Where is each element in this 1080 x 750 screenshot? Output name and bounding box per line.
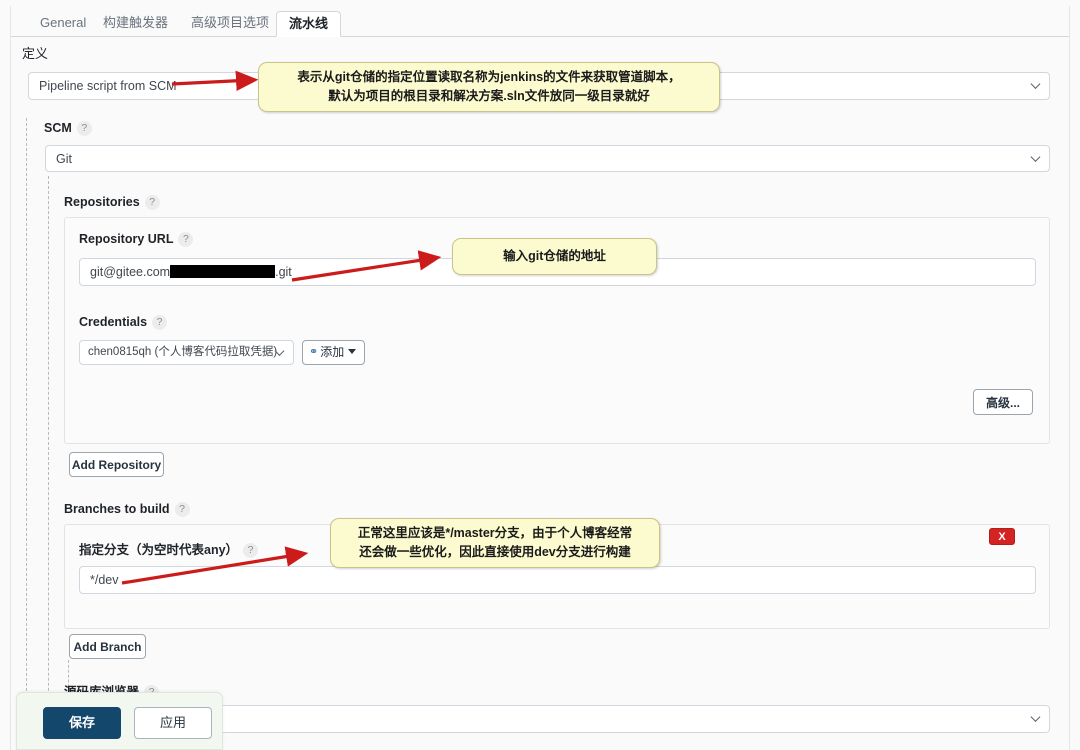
- chevron-down-icon: [348, 349, 357, 354]
- scm-label-text: SCM: [44, 121, 72, 135]
- credentials-help-icon[interactable]: ?: [152, 315, 168, 330]
- add-branch-label: Add Branch: [73, 639, 142, 654]
- tab-advanced-options[interactable]: 高级项目选项: [179, 11, 281, 37]
- repository-url-prefix: git@gitee.com: [90, 265, 171, 279]
- repository-url-label: Repository URL?: [79, 232, 194, 247]
- repository-url-help-icon[interactable]: ?: [178, 232, 194, 247]
- repository-url-redaction: [170, 265, 276, 278]
- tab-build-triggers[interactable]: 构建触发器: [91, 11, 180, 37]
- guide-rail-inner: [48, 176, 49, 746]
- annotation-branch-note: 正常这里应该是*/master分支，由于个人博客经常 还会做一些优化，因此直接使…: [330, 518, 660, 568]
- repository-advanced-button[interactable]: 高级...: [973, 389, 1033, 415]
- add-branch-button[interactable]: Add Branch: [69, 634, 146, 659]
- scm-label: SCM?: [44, 121, 92, 136]
- credentials-select[interactable]: chen0815qh (个人博客代码拉取凭据): [79, 340, 294, 365]
- annotation-arrow-definition: [171, 70, 259, 92]
- key-icon: ⚭: [309, 346, 319, 358]
- annotation-arrow-repo-url: [291, 250, 442, 282]
- scm-select[interactable]: Git: [45, 145, 1050, 172]
- annotation-arrow-branch: [121, 546, 309, 585]
- delete-branch-button[interactable]: X: [989, 528, 1015, 545]
- annotation-repo-url-note: 输入git仓储的地址: [452, 238, 657, 275]
- annotation-branch-line1: 正常这里应该是*/master分支，由于个人博客经常: [357, 526, 633, 540]
- annotation-definition-line1: 表示从git仓储的指定位置读取名称为jenkins的文件来获取管道脚本，: [297, 70, 681, 84]
- credentials-label: Credentials?: [79, 315, 168, 330]
- config-tab-bar: General 构建触发器 高级项目选项 流水线: [11, 7, 1069, 37]
- repositories-help-icon[interactable]: ?: [144, 195, 160, 210]
- tab-general[interactable]: General: [28, 11, 98, 37]
- repository-url-label-text: Repository URL: [79, 232, 174, 246]
- add-credential-label: 添加: [320, 345, 345, 359]
- credentials-label-text: Credentials: [79, 315, 148, 329]
- add-repository-button[interactable]: Add Repository: [69, 452, 164, 477]
- repository-advanced-label: 高级...: [985, 395, 1020, 410]
- scm-help-icon[interactable]: ?: [76, 121, 92, 136]
- annotation-branch-line2: 还会做一些优化，因此直接使用dev分支进行构建: [359, 544, 631, 559]
- branches-help-icon[interactable]: ?: [174, 502, 190, 517]
- annotation-definition-line2: 默认为项目的根目录和解决方案.sln文件放同一级目录就好: [328, 88, 650, 103]
- annotation-repo-url-line1: 输入git仓储的地址: [503, 249, 606, 263]
- save-button[interactable]: 保存: [43, 707, 121, 739]
- add-repository-label: Add Repository: [71, 457, 162, 472]
- repositories-label-text: Repositories: [64, 195, 140, 209]
- branches-label-text: Branches to build: [64, 502, 170, 516]
- annotation-definition-note: 表示从git仓储的指定位置读取名称为jenkins的文件来获取管道脚本， 默认为…: [258, 62, 720, 112]
- jenkins-config-page: General 构建触发器 高级项目选项 流水线 定义 Pipeline scr…: [0, 0, 1080, 750]
- guide-rail-outer: [26, 118, 27, 746]
- definition-label: 定义: [22, 46, 49, 61]
- apply-button[interactable]: 应用: [134, 707, 212, 739]
- branches-label: Branches to build?: [64, 502, 190, 517]
- save-action-bar: 保存 应用: [16, 692, 223, 750]
- add-credential-button[interactable]: ⚭ 添加: [302, 340, 365, 365]
- tab-pipeline[interactable]: 流水线: [276, 11, 342, 37]
- repositories-label: Repositories?: [64, 195, 160, 210]
